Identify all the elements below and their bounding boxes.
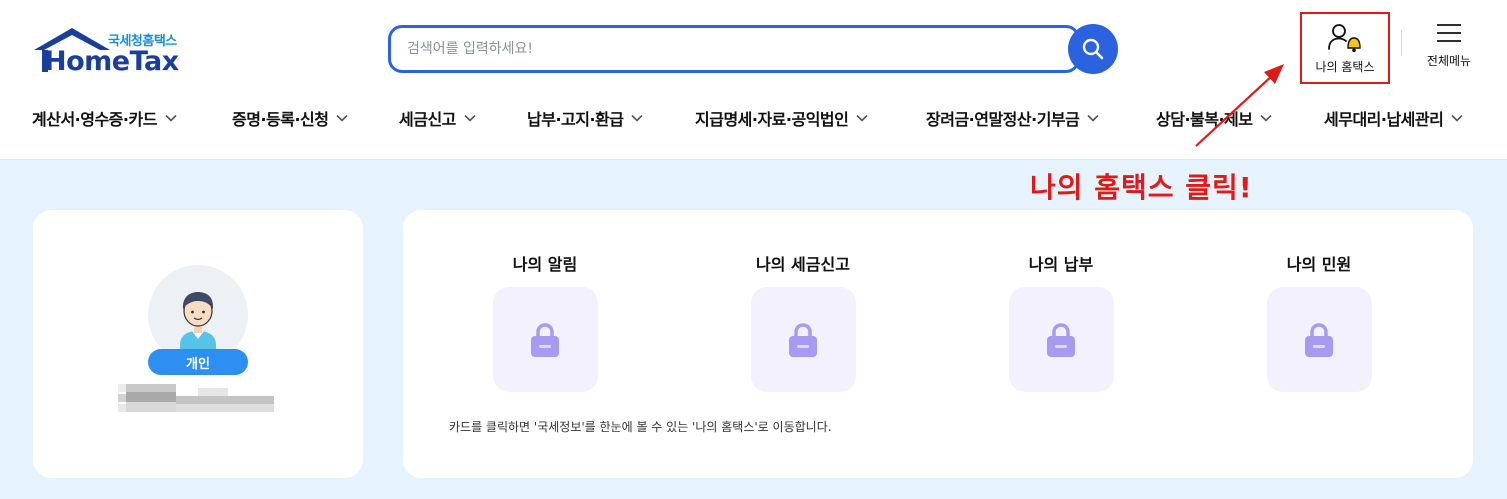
chevron-down-icon bbox=[165, 114, 177, 122]
gnb-item-payment[interactable]: 납부·고지·환급 bbox=[527, 103, 644, 133]
lock-icon bbox=[1047, 322, 1075, 357]
search-button[interactable] bbox=[1068, 24, 1118, 74]
feature-notifications[interactable]: 나의 알림 bbox=[455, 250, 635, 392]
gnb-label: 증명·등록·신청 bbox=[232, 110, 329, 129]
gnb-label: 납부·고지·환급 bbox=[527, 110, 624, 129]
all-menu-button[interactable]: 전체메뉴 bbox=[1418, 22, 1480, 78]
chevron-down-icon bbox=[1260, 114, 1273, 122]
my-hometax-button[interactable]: 나의 홈택스 bbox=[1300, 12, 1390, 84]
feature-tax-filing[interactable]: 나의 세금신고 bbox=[713, 250, 893, 392]
feature-note: 카드를 클릭하면 '국세정보'를 한눈에 볼 수 있는 '나의 홈택스'로 이동… bbox=[449, 420, 832, 434]
gnb-label: 상담·불복·제보 bbox=[1156, 110, 1253, 129]
gnb-item-invoice[interactable]: 계산서·영수증·카드 bbox=[32, 103, 177, 133]
search-icon bbox=[1082, 38, 1104, 60]
annotation-text: 나의 홈택스 클릭! bbox=[1030, 171, 1253, 204]
gnb-label: 계산서·영수증·카드 bbox=[32, 110, 157, 129]
search-box bbox=[388, 25, 1080, 73]
feature-title: 나의 세금신고 bbox=[756, 255, 850, 274]
my-hometax-feature-card: 나의 알림 나의 세금신고 나의 납부 나의 민원 카드를 클릭하면 '국세정보… bbox=[403, 210, 1473, 478]
user-bell-icon bbox=[1328, 24, 1361, 53]
chevron-down-icon bbox=[631, 114, 644, 122]
feature-title: 나의 민원 bbox=[1286, 255, 1352, 274]
hamburger-menu-icon bbox=[1437, 24, 1461, 42]
hometax-logo[interactable]: 국세청홈택스 HomeTax bbox=[32, 26, 184, 77]
profile-card: 개인 bbox=[33, 210, 363, 478]
chevron-down-icon bbox=[336, 114, 349, 122]
gnb-label: 지급명세·자료·공익법인 bbox=[695, 110, 849, 129]
utility-divider bbox=[1401, 30, 1402, 56]
feature-title: 나의 알림 bbox=[512, 255, 578, 274]
gnb-item-statement[interactable]: 지급명세·자료·공익법인 bbox=[695, 103, 868, 133]
gnb-label: 세금신고 bbox=[399, 110, 456, 129]
feature-tile[interactable] bbox=[1266, 287, 1372, 392]
blurred-user-name bbox=[118, 384, 274, 412]
lock-icon bbox=[789, 322, 817, 357]
chevron-down-icon bbox=[464, 114, 476, 122]
gnb-item-tax-report[interactable]: 세금신고 bbox=[399, 103, 476, 133]
feature-tile[interactable] bbox=[1008, 287, 1114, 392]
gnb-item-consult[interactable]: 상담·불복·제보 bbox=[1156, 103, 1273, 133]
my-hometax-label: 나의 홈택스 bbox=[1315, 60, 1375, 74]
gnb-label: 세무대리·납세관리 bbox=[1324, 110, 1444, 129]
gnb-item-incentive[interactable]: 장려금·연말정산·기부금 bbox=[926, 103, 1099, 133]
gnb-item-agent[interactable]: 세무대리·납세관리 bbox=[1324, 103, 1463, 133]
chevron-down-icon bbox=[1451, 114, 1463, 122]
chevron-down-icon bbox=[1087, 114, 1099, 122]
gnb-item-certificate[interactable]: 증명·등록·신청 bbox=[232, 103, 349, 133]
global-nav: 계산서·영수증·카드 증명·등록·신청 세금신고 납부·고지·환급 지급명세·자… bbox=[0, 103, 1507, 133]
feature-tile[interactable] bbox=[492, 287, 598, 392]
lock-icon bbox=[531, 322, 559, 357]
all-menu-label: 전체메뉴 bbox=[1426, 54, 1472, 68]
feature-title: 나의 납부 bbox=[1028, 255, 1094, 274]
search-input[interactable] bbox=[407, 37, 1047, 61]
status-badge: 개인 bbox=[148, 349, 248, 375]
feature-tile[interactable] bbox=[750, 287, 856, 392]
gnb-label: 장려금·연말정산·기부금 bbox=[926, 110, 1080, 129]
feature-civil-petition[interactable]: 나의 민원 bbox=[1229, 250, 1409, 392]
logo-title: HomeTax bbox=[44, 46, 179, 77]
site-header: 국세청홈택스 HomeTax 나의 홈택스 전체메뉴 계산서·영수증·카드 bbox=[0, 0, 1507, 160]
chevron-down-icon bbox=[856, 114, 868, 122]
feature-payment[interactable]: 나의 납부 bbox=[971, 250, 1151, 392]
lock-icon bbox=[1305, 322, 1333, 357]
